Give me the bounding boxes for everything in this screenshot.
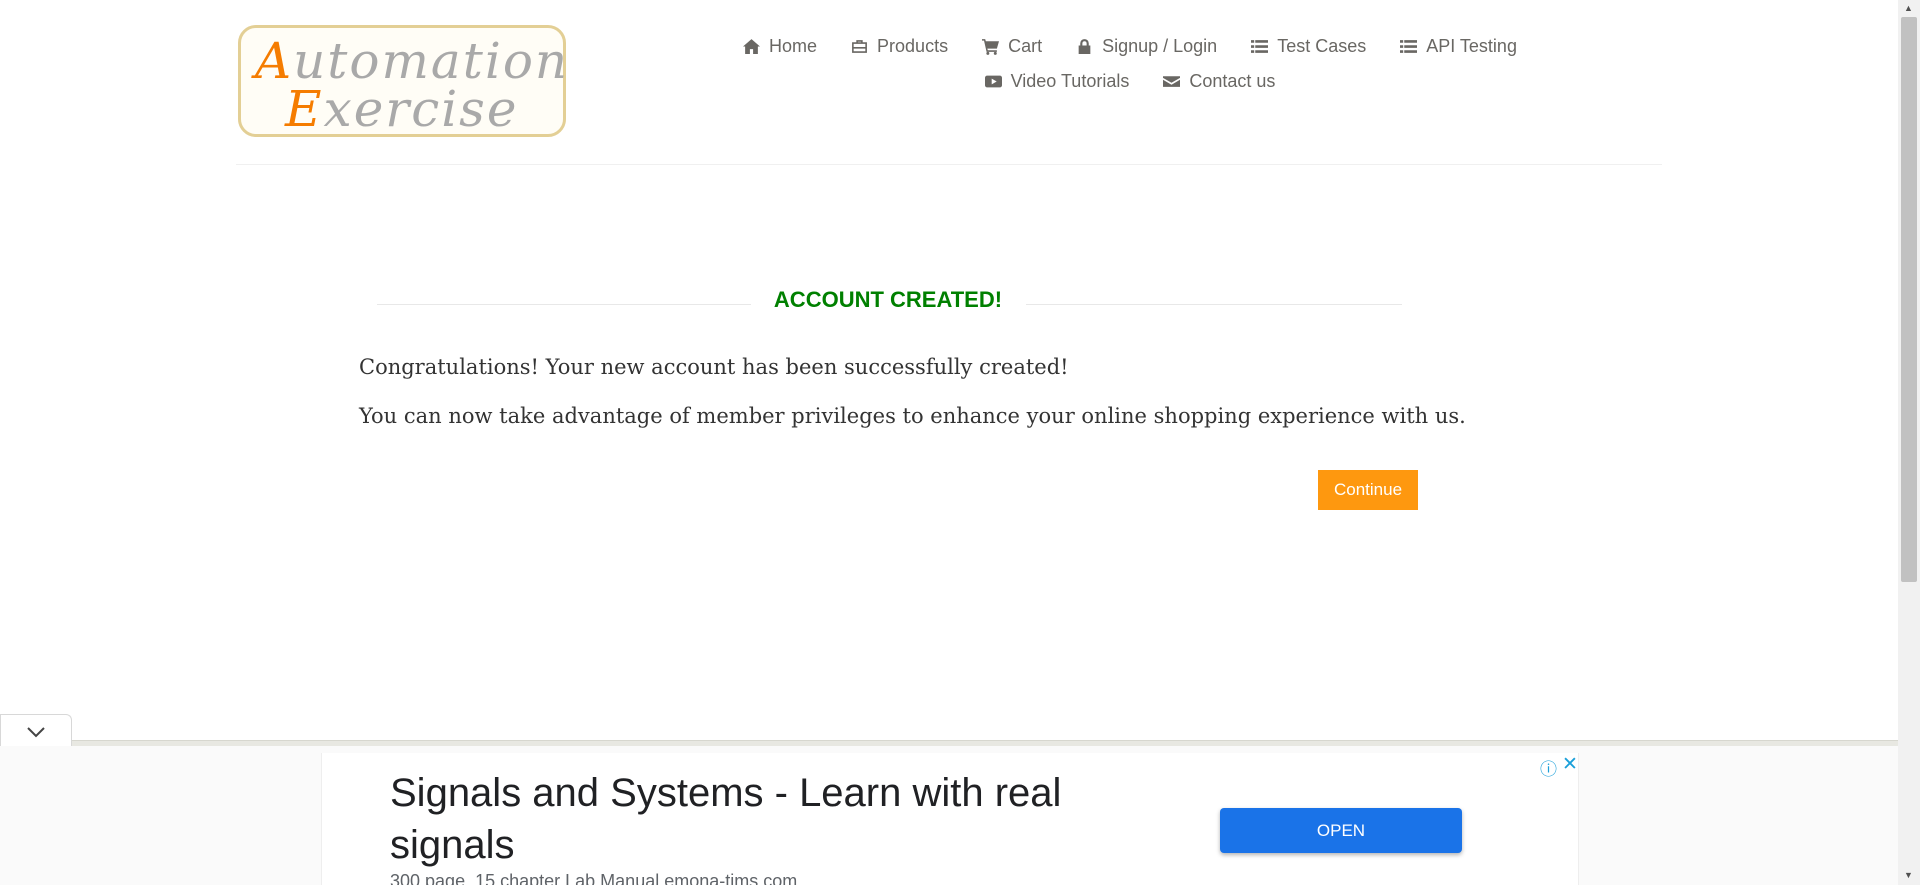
ad-collapse-toggle[interactable] [0,714,72,748]
home-icon [743,39,761,54]
ad-info-icon[interactable]: ⓘ [1540,755,1557,780]
youtube-icon [984,75,1002,88]
nav-api-testing[interactable]: API Testing [1400,36,1517,57]
nav-contact-us[interactable]: Contact us [1163,71,1275,92]
envelope-icon [1163,76,1181,87]
nav-video-tutorials-label: Video Tutorials [1010,71,1130,91]
nav-home-label: Home [769,36,818,56]
privileges-message: You can now take advantage of member pri… [359,404,1466,428]
ad-open-button[interactable]: OPEN [1220,808,1462,853]
main-nav: Home Products Cart Signup / Login Test C… [700,36,1560,106]
nav-products-label: Products [877,36,949,56]
chevron-down-icon [27,726,45,737]
nav-video-tutorials[interactable]: Video Tutorials [984,71,1130,92]
list-icon [1251,40,1269,53]
vertical-scrollbar[interactable]: ▲ ▼ [1898,0,1920,885]
title-rule-right [1026,304,1402,305]
title-rule-left [377,304,751,305]
cart-icon [982,39,1000,55]
nav-test-cases[interactable]: Test Cases [1251,36,1366,57]
nav-row-2: Video Tutorials Contact us [700,71,1560,92]
ad-banner[interactable]: Signals and Systems - Learn with real si… [321,753,1579,885]
nav-row-1: Home Products Cart Signup / Login Test C… [700,36,1560,57]
nav-home[interactable]: Home [743,36,817,57]
ad-headline[interactable]: Signals and Systems - Learn with real si… [390,767,1130,871]
nav-test-cases-label: Test Cases [1277,36,1367,56]
products-icon [852,40,867,53]
nav-contact-us-label: Contact us [1189,71,1276,91]
account-created-title: ACCOUNT CREATED! [773,287,1003,312]
nav-signup-login[interactable]: Signup / Login [1076,36,1217,57]
logo-line-2: Exercise [285,80,519,138]
nav-api-testing-label: API Testing [1426,36,1517,56]
scroll-up-icon[interactable]: ▲ [1904,3,1913,13]
list-icon [1400,40,1418,53]
nav-cart[interactable]: Cart [982,36,1042,57]
ad-close-icon[interactable]: ✕ [1562,753,1578,776]
nav-signup-login-label: Signup / Login [1102,36,1218,56]
scroll-down-icon[interactable]: ▼ [1904,870,1913,880]
nav-products[interactable]: Products [851,36,948,57]
header-divider [236,164,1662,165]
lock-icon [1078,39,1091,54]
nav-cart-label: Cart [1008,36,1043,56]
continue-button[interactable]: Continue [1318,470,1418,510]
site-logo[interactable]: Automation Exercise [238,25,567,138]
congratulations-message: Congratulations! Your new account has be… [359,355,1069,379]
scrollbar-thumb[interactable] [1901,17,1917,582]
ad-subtext[interactable]: 300 page, 15 chapter Lab Manual emona-ti… [390,871,797,885]
